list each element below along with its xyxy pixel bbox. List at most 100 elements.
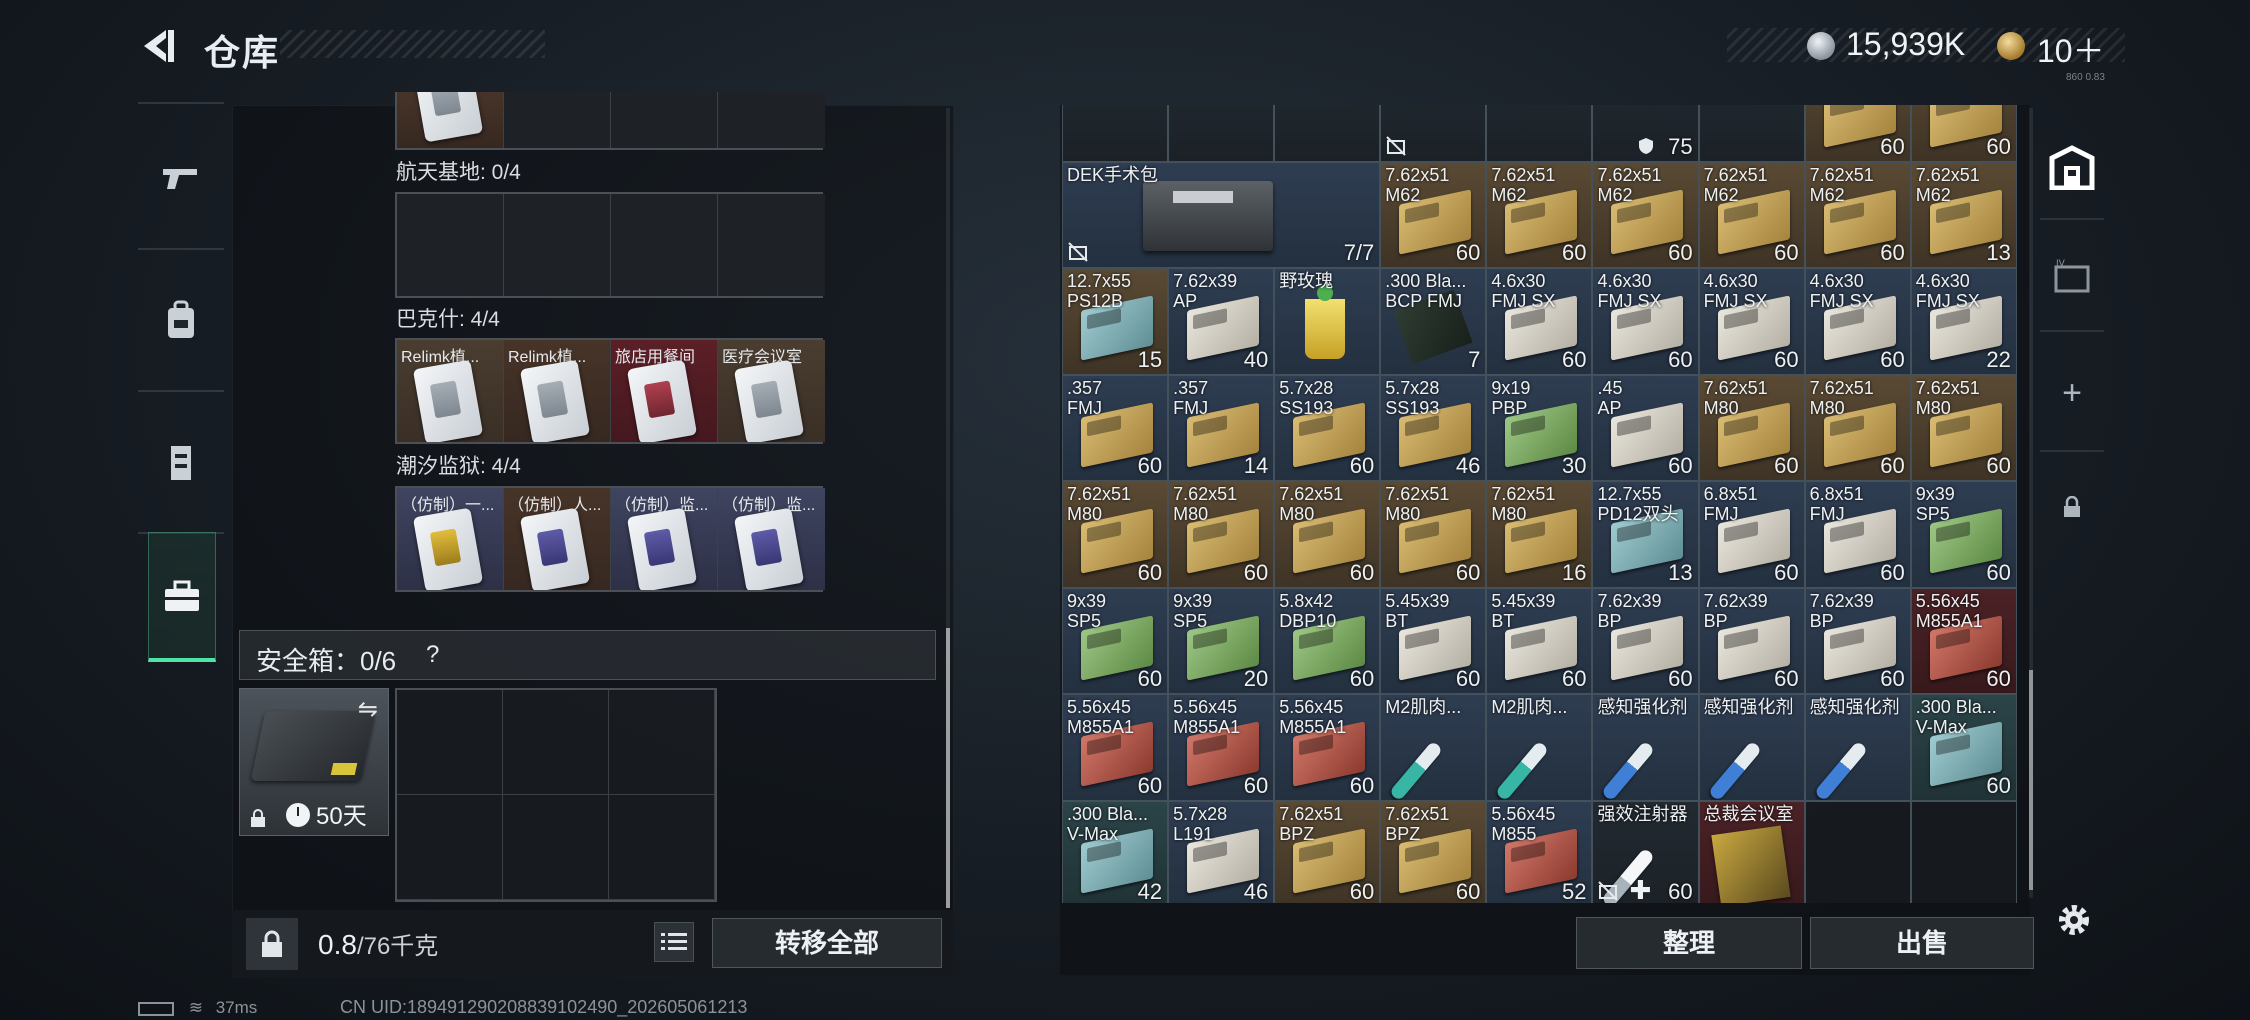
stash-item[interactable]: 6.8x51 FMJ 60 (1698, 481, 1805, 588)
key-slot[interactable] (504, 194, 611, 296)
add-button[interactable]: + (2040, 348, 2104, 438)
key-item[interactable]: （仿制）一... (397, 488, 504, 590)
stash-item[interactable]: 60 (1804, 105, 1911, 162)
key-slot[interactable] (718, 92, 825, 148)
stash-slot[interactable] (1804, 800, 1911, 903)
stash-item[interactable]: 9x39 SP5 20 (1168, 587, 1275, 694)
stash-item[interactable]: 7.62x51 M62 13 (1910, 161, 2017, 268)
stash-item[interactable]: .300 Bla... V-Max 60 (1910, 694, 2017, 801)
key-slot[interactable] (397, 194, 504, 296)
stash-item[interactable]: 12.7x55 PS12B 15 (1062, 268, 1169, 375)
stash-item[interactable]: 4.6x30 FMJ SX 60 (1486, 268, 1593, 375)
safe-slot[interactable] (609, 690, 715, 795)
key-item[interactable]: 医疗会议室 (718, 340, 825, 442)
stash-item[interactable]: 7.62x51 M80 60 (1380, 481, 1487, 588)
stash-item[interactable]: 4.6x30 FMJ SX 60 (1698, 268, 1805, 375)
stash-item[interactable]: 5.7x28 SS193 46 (1380, 374, 1487, 481)
stash-item[interactable]: 7.62x51 M80 16 (1486, 481, 1593, 588)
stash-item[interactable]: 7.62x51 M62 60 (1380, 161, 1487, 268)
stash-item[interactable]: 感知强化剂 (1804, 694, 1911, 801)
keys-scrollbar-thumb[interactable] (946, 628, 950, 908)
stash-item[interactable]: 5.7x28 SS193 60 (1274, 374, 1381, 481)
key-slot[interactable] (397, 92, 504, 148)
lock-toggle-button[interactable] (246, 918, 298, 970)
stash-item[interactable]: 7.62x39 BP 60 (1804, 587, 1911, 694)
stash-item[interactable]: M2肌肉... (1486, 694, 1593, 801)
stash-item[interactable]: 4.6x30 FMJ SX 22 (1910, 268, 2017, 375)
stash-item[interactable]: 感知强化剂 (1592, 694, 1699, 801)
key-slot[interactable] (718, 194, 825, 296)
settings-gear-icon[interactable] (2054, 900, 2094, 940)
key-slot[interactable] (611, 194, 718, 296)
armor-filter-button[interactable]: IV (2040, 232, 2104, 322)
stash-item[interactable]: 5.45x39 BT 60 (1486, 587, 1593, 694)
stash-slot[interactable] (1168, 105, 1275, 162)
transfer-all-button[interactable]: 转移全部 (712, 918, 942, 968)
safe-slot[interactable] (503, 795, 609, 900)
key-item[interactable]: （仿制）监... (718, 488, 825, 590)
stash-item[interactable]: 7.62x51 M62 60 (1486, 161, 1593, 268)
stash-item[interactable]: .300 Bla... BCP FMJ 7 (1380, 268, 1487, 375)
stash-item[interactable]: 5.56x45 M855A1 60 (1910, 587, 2017, 694)
stash-item[interactable]: 野玫瑰 (1274, 268, 1381, 375)
nav-weapons[interactable] (138, 108, 224, 248)
stash-item[interactable]: 7.62x51 M80 60 (1804, 374, 1911, 481)
safe-slot[interactable] (503, 690, 609, 795)
stash-item[interactable]: 60 (1910, 105, 2017, 162)
key-slot[interactable] (611, 92, 718, 148)
stash-scrollbar-thumb[interactable] (2029, 670, 2033, 890)
stash-item[interactable]: 感知强化剂 (1698, 694, 1805, 801)
stash-item[interactable]: 6.8x51 FMJ 60 (1804, 481, 1911, 588)
stash-item[interactable]: 5.56x45 M855A1 60 (1274, 694, 1381, 801)
stash-item[interactable]: 7.62x39 BP 60 (1592, 587, 1699, 694)
stash-slot[interactable] (1698, 105, 1805, 162)
stash-item[interactable]: 12.7x55 PD12双头 13 (1592, 481, 1699, 588)
stash-item[interactable]: 7.62x51 M80 60 (1168, 481, 1275, 588)
back-arrow-icon[interactable] (136, 24, 180, 68)
key-item[interactable]: Relimk植... (397, 340, 504, 442)
stash-slot[interactable] (1486, 105, 1593, 162)
stash-item[interactable]: 4.6x30 FMJ SX 60 (1592, 268, 1699, 375)
stash-item[interactable]: 5.8x42 DBP10 60 (1274, 587, 1381, 694)
swap-icon[interactable]: ⇋ (358, 695, 378, 724)
medkit-item[interactable]: DEK手术包 7/7 (1062, 161, 1381, 268)
stash-item[interactable]: 5.56x45 M855 52 (1486, 800, 1593, 903)
key-item[interactable]: （仿制）人... (504, 488, 611, 590)
key-item[interactable]: （仿制）监... (611, 488, 718, 590)
stash-item[interactable]: 7.62x51 BPZ 60 (1274, 800, 1381, 903)
stash-item[interactable]: M2肌肉... (1380, 694, 1487, 801)
stash-item[interactable]: .357 FMJ 60 (1062, 374, 1169, 481)
lock-filter-button[interactable] (2040, 462, 2104, 552)
stash-item[interactable]: 7.62x51 M62 60 (1804, 161, 1911, 268)
stash-item[interactable]: 7.62x39 AP 40 (1168, 268, 1275, 375)
stash-item[interactable]: 5.45x39 BT 60 (1380, 587, 1487, 694)
stash-item[interactable]: 9x19 PBP 30 (1486, 374, 1593, 481)
stash-item[interactable]: .45 AP 60 (1592, 374, 1699, 481)
stash-item[interactable]: 7.62x51 M80 60 (1062, 481, 1169, 588)
stash-slot[interactable] (1380, 105, 1487, 162)
safe-slot[interactable] (397, 690, 503, 795)
list-view-button[interactable] (654, 922, 694, 962)
stash-item[interactable]: 7.62x51 M80 60 (1274, 481, 1381, 588)
stash-item[interactable]: ✚ 强效注射器 60 (1592, 800, 1699, 903)
stash-slot[interactable] (1910, 800, 2017, 903)
stash-item[interactable]: 5.7x28 L191 46 (1168, 800, 1275, 903)
stash-item[interactable]: .357 FMJ 14 (1168, 374, 1275, 481)
safe-slot[interactable] (609, 795, 715, 900)
nav-keys[interactable] (148, 532, 216, 662)
currency-silver-amount[interactable]: 15,939K (1846, 26, 1965, 63)
safe-case-item[interactable]: ⇋ 50天 (239, 688, 389, 836)
stash-item[interactable]: .300 Bla... V-Max 42 (1062, 800, 1169, 903)
stash-item[interactable]: 7.62x51 M62 60 (1698, 161, 1805, 268)
stash-item[interactable]: 总裁会议室 (1698, 800, 1805, 903)
currency-gold-amount[interactable]: 10＋ (2037, 26, 2105, 72)
nav-rig[interactable] (138, 392, 224, 532)
sell-button[interactable]: 出售 (1810, 917, 2034, 969)
stash-item[interactable]: 7.62x51 BPZ 60 (1380, 800, 1487, 903)
key-slot[interactable] (504, 92, 611, 148)
stash-slot[interactable] (1062, 105, 1169, 162)
stash-item[interactable]: 7.62x39 BP 60 (1698, 587, 1805, 694)
stash-item[interactable]: 9x39 SP5 60 (1062, 587, 1169, 694)
stash-item[interactable]: 75 (1592, 105, 1699, 162)
stash-slot[interactable] (1274, 105, 1381, 162)
